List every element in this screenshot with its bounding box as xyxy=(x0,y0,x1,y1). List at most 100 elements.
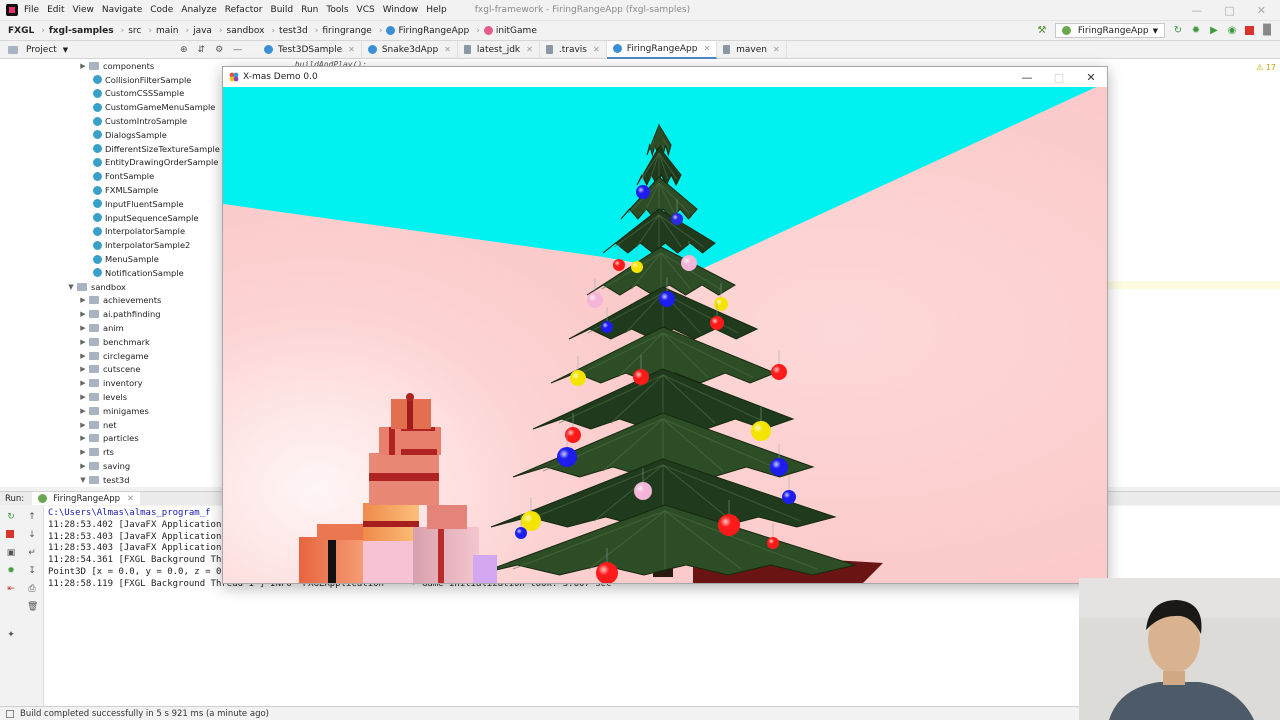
breadcrumb-item[interactable]: firingrange xyxy=(322,26,371,36)
tree-item[interactable]: ▶ anim xyxy=(0,321,222,335)
close-icon[interactable]: ✕ xyxy=(1257,4,1266,17)
close-icon[interactable]: ✕ xyxy=(127,494,134,504)
tree-item[interactable]: ▶ particles xyxy=(0,432,222,446)
run-config-dropdown[interactable]: FiringRangeApp ▼ xyxy=(1054,23,1165,38)
stop-icon[interactable] xyxy=(6,530,14,538)
close-icon[interactable]: ✕ xyxy=(444,45,451,54)
close-icon[interactable]: ✕ xyxy=(703,44,710,53)
breadcrumb-item[interactable]: src xyxy=(128,26,141,36)
tree-item[interactable]: ▶ net xyxy=(0,418,222,432)
tree-item[interactable]: InputSequenceSample xyxy=(0,211,222,225)
print-icon[interactable]: ⎙ xyxy=(27,584,37,594)
maximize-icon[interactable]: □ xyxy=(1043,71,1075,84)
menu-item-help[interactable]: Help xyxy=(426,5,447,15)
tree-item[interactable]: ▶ levels xyxy=(0,390,222,404)
menu-item-navigate[interactable]: Navigate xyxy=(102,5,142,15)
debug-bug-icon[interactable]: ✹ xyxy=(6,566,16,576)
breadcrumb-item[interactable]: test3d xyxy=(279,26,308,36)
tree-item[interactable]: CustomIntroSample xyxy=(0,114,222,128)
tree-item[interactable]: CustomGameMenuSample xyxy=(0,100,222,114)
close-icon[interactable]: ✕ xyxy=(593,45,600,54)
menu-item-edit[interactable]: Edit xyxy=(47,5,64,15)
tree-item[interactable]: DialogsSample xyxy=(0,128,222,142)
chevron-down-icon[interactable]: ▼ xyxy=(78,476,88,484)
chevron-right-icon[interactable]: ▶ xyxy=(78,62,88,70)
breadcrumb-item[interactable]: initGame xyxy=(483,26,537,36)
tree-item[interactable]: DifferentSizeTextureSample xyxy=(0,142,222,156)
rerun-icon[interactable]: ↻ xyxy=(6,512,16,522)
3d-scene-viewport[interactable] xyxy=(223,87,1107,583)
profile-icon[interactable]: ◉ xyxy=(1227,25,1237,36)
status-toggle-icon[interactable] xyxy=(6,709,14,718)
tree-item[interactable]: FXMLSample xyxy=(0,183,222,197)
chevron-right-icon[interactable]: ▶ xyxy=(78,310,88,318)
arrow-up-icon[interactable]: ↑ xyxy=(27,512,37,522)
editor-tab[interactable]: FiringRangeApp ✕ xyxy=(606,40,718,59)
breadcrumb-item[interactable]: main xyxy=(156,26,179,36)
close-icon[interactable]: ✕ xyxy=(773,45,780,54)
editor-tab[interactable]: maven ✕ xyxy=(717,40,787,59)
project-view-selector[interactable]: Project ▼ xyxy=(0,45,180,55)
close-icon[interactable]: ✕ xyxy=(526,45,533,54)
collapse-all-icon[interactable]: ⇵ xyxy=(198,45,206,55)
tree-item[interactable]: ▶ achievements xyxy=(0,294,222,308)
close-icon[interactable]: ✕ xyxy=(348,45,355,54)
tree-item[interactable]: ▶ ai.pathfinding xyxy=(0,307,222,321)
tree-item[interactable]: InputFluentSample xyxy=(0,197,222,211)
hide-panel-icon[interactable]: — xyxy=(233,45,242,55)
tree-item[interactable]: MenuSample xyxy=(0,252,222,266)
debug-bug-icon[interactable]: ✹ xyxy=(1191,25,1201,36)
chevron-right-icon[interactable]: ▶ xyxy=(78,448,88,456)
breadcrumb-item[interactable]: java xyxy=(193,26,212,36)
tree-item[interactable]: FontSample xyxy=(0,169,222,183)
menu-item-file[interactable]: File xyxy=(24,5,39,15)
tree-item[interactable]: ▶ rts xyxy=(0,445,222,459)
soft-wrap-icon[interactable]: ↵ xyxy=(27,548,37,558)
chevron-right-icon[interactable]: ▶ xyxy=(78,296,88,304)
tree-item[interactable]: NotificationSample xyxy=(0,266,222,280)
chevron-right-icon[interactable]: ▶ xyxy=(78,434,88,442)
chevron-right-icon[interactable]: ▶ xyxy=(78,393,88,401)
menu-item-code[interactable]: Code xyxy=(150,5,173,15)
menu-item-window[interactable]: Window xyxy=(383,5,419,15)
tree-item[interactable]: ▶ cutscene xyxy=(0,363,222,377)
tree-item[interactable]: ▶ saving xyxy=(0,459,222,473)
more-icon[interactable]: █ xyxy=(1262,25,1272,36)
menu-item-build[interactable]: Build xyxy=(271,5,294,15)
chevron-down-icon[interactable]: ▼ xyxy=(66,283,76,291)
chevron-right-icon[interactable]: ▶ xyxy=(78,407,88,415)
rerun-icon[interactable]: ↻ xyxy=(1173,25,1183,36)
chevron-right-icon[interactable]: ▶ xyxy=(78,324,88,332)
tree-item[interactable]: ▶ benchmark xyxy=(0,335,222,349)
tree-item[interactable]: ▶ components xyxy=(0,59,222,73)
editor-tab[interactable]: .travis ✕ xyxy=(540,40,607,59)
menu-item-run[interactable]: Run xyxy=(301,5,318,15)
run-tab[interactable]: FiringRangeApp ✕ xyxy=(32,492,141,505)
tree-item[interactable]: EntityDrawingOrderSample xyxy=(0,156,222,170)
tree-item[interactable]: ▶ minigames xyxy=(0,404,222,418)
tree-item[interactable]: ▼ sandbox xyxy=(0,280,222,294)
tree-item[interactable]: ▼ test3d xyxy=(0,473,222,487)
breadcrumb-item[interactable]: FiringRangeApp xyxy=(386,26,469,36)
locate-target-icon[interactable]: ⊕ xyxy=(180,45,188,55)
exit-icon[interactable]: ⇤ xyxy=(6,584,16,594)
trash-icon[interactable]: 🗑 xyxy=(27,602,38,612)
menu-item-vcs[interactable]: VCS xyxy=(357,5,375,15)
breadcrumb-item[interactable]: sandbox xyxy=(227,26,265,36)
demo-titlebar[interactable]: X-mas Demo 0.0 — □ ✕ xyxy=(223,67,1107,87)
chevron-right-icon[interactable]: ▶ xyxy=(78,462,88,470)
coverage-icon[interactable]: ▶ xyxy=(1209,25,1219,36)
editor-tab[interactable]: latest_jdk ✕ xyxy=(458,40,540,59)
chevron-right-icon[interactable]: ▶ xyxy=(78,352,88,360)
scroll-end-icon[interactable]: ↧ xyxy=(27,566,37,576)
chevron-right-icon[interactable]: ▶ xyxy=(78,421,88,429)
pin-icon[interactable]: ✦ xyxy=(6,630,16,640)
close-icon[interactable]: ✕ xyxy=(1075,71,1107,84)
chevron-right-icon[interactable]: ▶ xyxy=(78,379,88,387)
warning-indicator[interactable]: ⚠ 17 xyxy=(1256,63,1276,72)
breadcrumb-item[interactable]: FXGL xyxy=(8,26,34,36)
arrow-down-icon[interactable]: ↓ xyxy=(27,530,37,540)
menu-item-refactor[interactable]: Refactor xyxy=(225,5,263,15)
minimize-icon[interactable]: — xyxy=(1191,4,1202,17)
minimize-icon[interactable]: — xyxy=(1011,71,1043,84)
